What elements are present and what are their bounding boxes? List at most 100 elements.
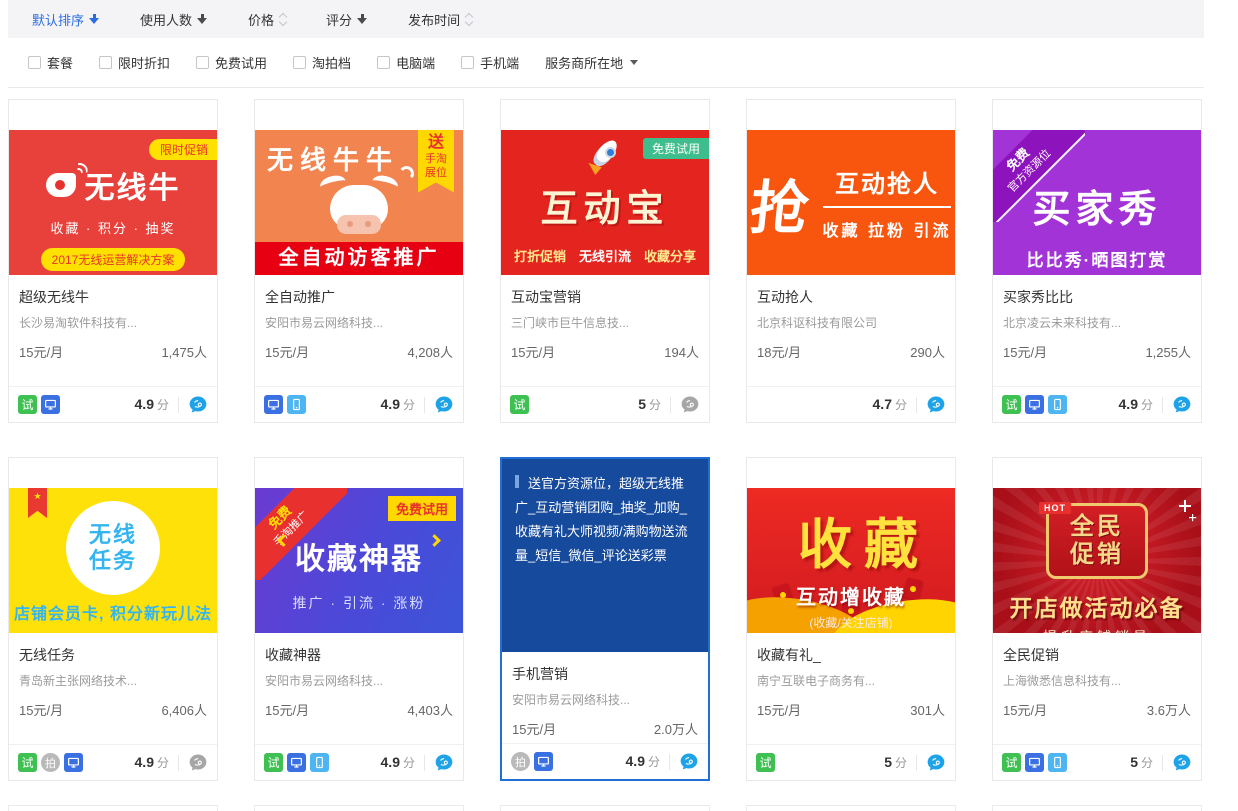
card-company: 安阳市易云网络科技... [265,672,453,689]
card-title: 无线任务 [19,645,207,665]
sort-item-label: 使用人数 [140,10,192,29]
card-company: 安阳市易云网络科技... [265,314,453,331]
promo-badge: 限时促销 [149,139,217,160]
service-card-partial[interactable] [500,805,710,811]
service-card-3[interactable]: 抢互动抢人收藏 拉粉 引流互动抢人北京科讴科技有限公司18元/月290人4.7分 [746,99,956,423]
banner-wuxianniu: 限时促销无线牛收藏 · 积分 · 抽奖2017无线运营解决方案 [9,130,217,275]
filter-checkbox-item-1[interactable]: 限时折扣 [99,53,170,72]
checkbox-icon[interactable] [196,56,209,69]
pc-icon [41,395,60,414]
banner-cuxiao: HOT全民促销开店做活动必备提升店铺销量 [993,488,1201,633]
banner-niuniu: 无线牛牛送手淘展位全自动访客推广 [255,130,463,275]
card-footer: 拍4.9分 [502,743,708,779]
checkbox-icon[interactable] [293,56,306,69]
card-users: 4,403人 [407,700,453,719]
banner-subtitle: 店铺会员卡, 积分新玩儿法 [9,600,217,624]
service-card-2[interactable]: 免费试用互动宝打折促销无线引流收藏分享互动宝营销三门峡市巨牛信息技...15元/… [500,99,710,423]
service-card-partial[interactable] [254,805,464,811]
wangwang-icon[interactable] [680,395,700,415]
card-company: 长沙易淘软件科技有... [19,314,207,331]
card-price: 15元/月 [19,700,63,719]
banner-qiangren: 抢互动抢人收藏 拉粉 引流 [747,130,955,275]
sort-item-3[interactable]: 评分 [326,10,368,29]
wangwang-icon[interactable] [434,395,454,415]
card-footer: 试5分 [501,386,709,422]
divider [424,755,425,771]
card-title: 收藏神器 [265,645,453,665]
sort-desc-icon [197,14,208,25]
wangwang-icon[interactable] [1172,753,1192,773]
provider-location-dropdown[interactable]: 服务商所在地 [545,53,638,72]
card-rating: 4.9分 [381,396,415,413]
card-users: 4,208人 [407,342,453,361]
checkbox-icon[interactable] [377,56,390,69]
card-users: 6,406人 [161,700,207,719]
card-footer: 4.9分 [255,386,463,422]
divider [916,755,917,771]
pc-icon [1025,395,1044,414]
card-price: 15元/月 [1003,342,1047,361]
banner-shoucang: 收藏互动增收藏(收藏/关注店铺) [747,488,955,633]
filter-checkbox-item-2[interactable]: 免费试用 [196,53,267,72]
mobile-icon [1048,753,1067,772]
service-card-partial[interactable] [8,805,218,811]
filter-checkbox-item-4[interactable]: 电脑端 [377,53,435,72]
rocket-icon [583,136,627,176]
service-marketplace-page: 默认排序 使用人数 价格 评分 发布时间 套餐 限时折扣 免费试用 淘拍档 电脑端 手机端 服务商所… [0,0,1238,811]
service-card-9[interactable]: HOT全民促销开店做活动必备提升店铺销量全民促销上海微悉信息科技有...15元/… [992,457,1202,781]
service-card-6[interactable]: 免费手淘推广免费试用收藏神器推广 · 引流 · 涨粉收藏神器安阳市易云网络科技.… [254,457,464,781]
service-card-5[interactable]: 无线任务店铺会员卡, 积分新玩儿法无线任务青岛新主张网络技术...15元/月6,… [8,457,218,781]
card-price: 15元/月 [265,700,309,719]
checkbox-icon[interactable] [28,56,41,69]
sort-item-0[interactable]: 默认排序 [32,10,100,29]
checkbox-icon[interactable] [461,56,474,69]
wangwang-icon[interactable] [679,752,699,772]
wangwang-icon[interactable] [188,753,208,773]
card-rating: 4.9分 [1119,396,1153,413]
card-title: 互动宝营销 [511,287,699,307]
banner-title: 互动抢人 [823,164,952,208]
service-card-8[interactable]: 收藏互动增收藏(收藏/关注店铺)收藏有礼_南宁互联电子商务有...15元/月30… [746,457,956,781]
divider [916,397,917,413]
sort-item-1[interactable]: 使用人数 [140,10,208,29]
filter-label: 套餐 [47,53,73,72]
filter-checkbox-item-0[interactable]: 套餐 [28,53,73,72]
service-card-1[interactable]: 无线牛牛送手淘展位全自动访客推广全自动推广安阳市易云网络科技...15元/月4,… [254,99,464,423]
sort-item-label: 价格 [248,10,274,29]
wangwang-icon[interactable] [1172,395,1192,415]
trial-badge-icon: 试 [1002,753,1021,772]
hot-tag: HOT [1039,502,1071,514]
wangwang-icon[interactable] [926,395,946,415]
divider [669,754,670,770]
filter-checkbox-item-5[interactable]: 手机端 [461,53,519,72]
divider [424,397,425,413]
checkbox-icon[interactable] [99,56,112,69]
pc-icon [1025,753,1044,772]
sort-item-2[interactable]: 价格 [248,10,286,29]
sort-bar: 默认排序 使用人数 价格 评分 发布时间 [8,0,1204,38]
filter-bar: 套餐 限时折扣 免费试用 淘拍档 电脑端 手机端 服务商所在地 [8,38,1204,88]
sort-item-4[interactable]: 发布时间 [408,10,472,29]
card-users: 3.6万人 [1147,700,1191,719]
card-price: 15元/月 [1003,700,1047,719]
filter-label: 限时折扣 [118,53,170,72]
card-title: 买家秀比比 [1003,287,1191,307]
card-users: 290人 [910,342,945,361]
bookmark-ribbon-icon [28,488,47,518]
service-card-7[interactable]: 送官方资源位，超级无线推广_互动营销团购_抽奖_加购_收藏有礼大师视频/满购物送… [500,457,710,781]
banner-big-char: 抢 [747,161,813,245]
wangwang-icon[interactable] [926,753,946,773]
filter-checkbox-item-3[interactable]: 淘拍档 [293,53,351,72]
chevron-down-icon [630,60,638,65]
wangwang-icon[interactable] [434,753,454,773]
service-card-partial[interactable] [992,805,1202,811]
card-footer: 试5分 [747,744,955,780]
service-card-0[interactable]: 限时促销无线牛收藏 · 积分 · 抽奖2017无线运营解决方案超级无线牛长沙易淘… [8,99,218,423]
wangwang-icon[interactable] [188,395,208,415]
card-rating: 4.7分 [873,396,907,413]
service-card-partial[interactable] [746,805,956,811]
banner-circle: 无线任务 [66,501,160,595]
service-card-4[interactable]: 免费官方资源位买家秀比比秀·晒图打赏买家秀比比北京凌云未来科技有...15元/月… [992,99,1202,423]
card-company: 南宁互联电子商务有... [757,672,945,689]
filter-label: 免费试用 [215,53,267,72]
